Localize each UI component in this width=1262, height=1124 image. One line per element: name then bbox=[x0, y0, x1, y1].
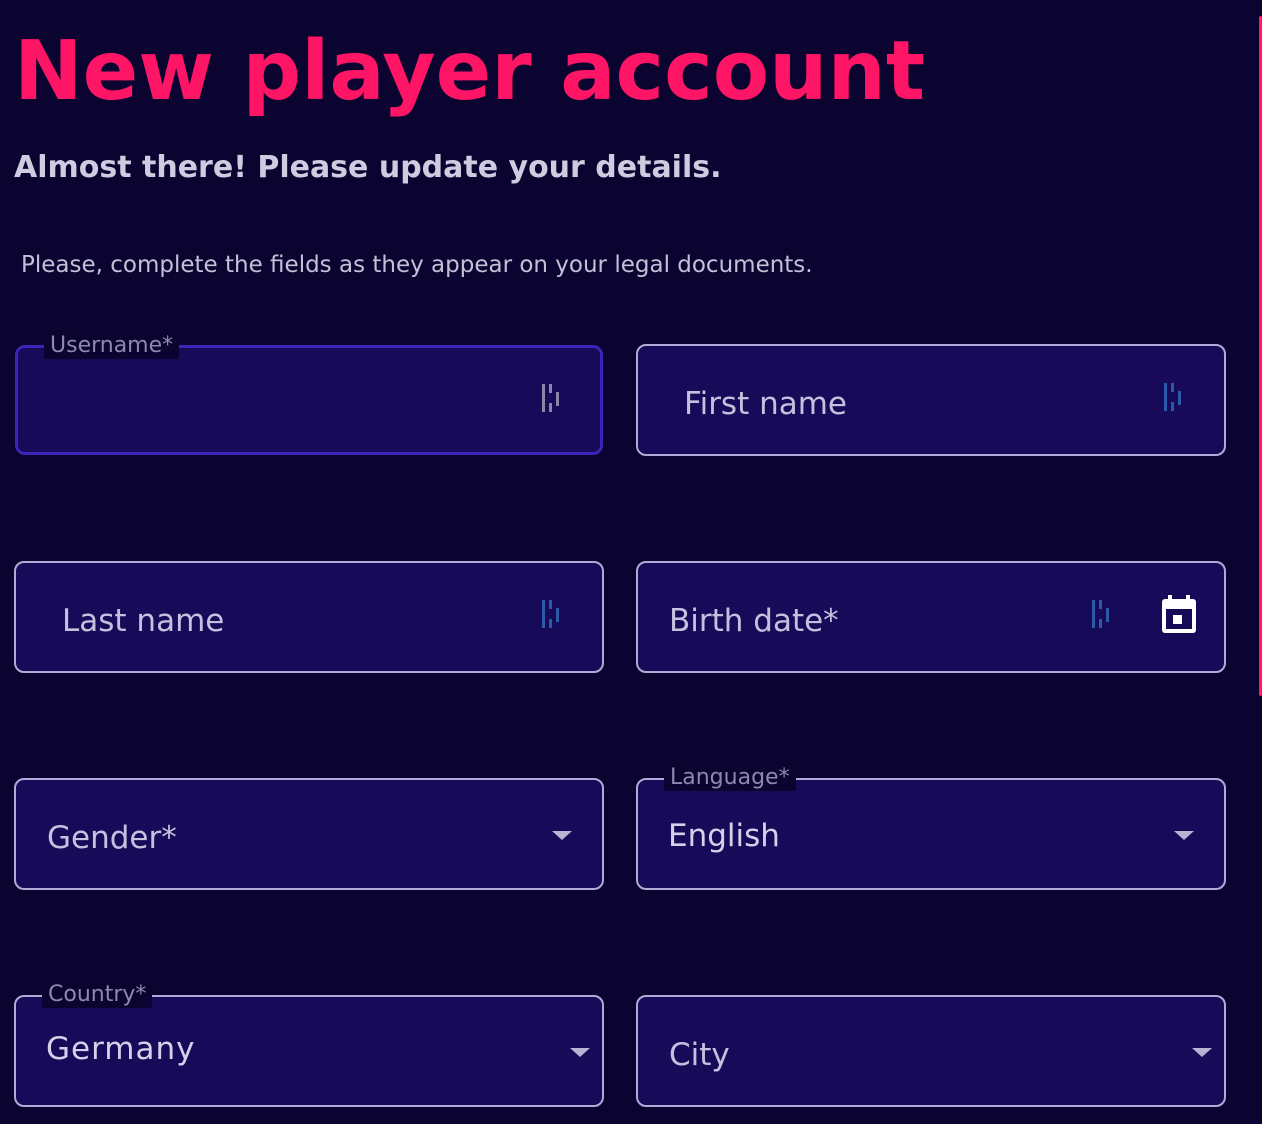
page-title: New player account bbox=[14, 24, 926, 119]
chevron-down-icon[interactable] bbox=[1192, 1048, 1212, 1057]
language-label: Language* bbox=[664, 765, 796, 791]
registration-panel: New player account Almost there! Please … bbox=[0, 0, 1262, 1124]
country-select[interactable]: Country* Germany bbox=[14, 982, 604, 1107]
password-manager-icon[interactable] bbox=[1090, 598, 1114, 630]
username-label: Username* bbox=[44, 333, 180, 359]
country-value: Germany bbox=[46, 1031, 196, 1067]
birth-date-placeholder: Birth date* bbox=[669, 603, 839, 639]
gender-select[interactable]: Gender* bbox=[14, 778, 604, 890]
chevron-down-icon[interactable] bbox=[552, 831, 572, 840]
language-value: English bbox=[668, 818, 780, 854]
city-select[interactable]: City bbox=[636, 995, 1226, 1107]
page-subtitle: Almost there! Please update your details… bbox=[14, 150, 722, 185]
first-name-field[interactable]: First name bbox=[636, 344, 1226, 456]
chevron-down-icon[interactable] bbox=[1174, 831, 1194, 840]
birth-date-field[interactable]: Birth date* bbox=[636, 561, 1226, 673]
password-manager-icon[interactable] bbox=[540, 382, 564, 414]
form-instruction: Please, complete the fields as they appe… bbox=[21, 252, 813, 278]
password-manager-icon[interactable] bbox=[540, 598, 564, 630]
first-name-placeholder: First name bbox=[684, 386, 848, 422]
language-select[interactable]: Language* English bbox=[636, 765, 1226, 890]
password-manager-icon[interactable] bbox=[1162, 381, 1186, 413]
username-field[interactable]: Username* bbox=[15, 333, 603, 455]
gender-placeholder: Gender* bbox=[47, 820, 177, 856]
last-name-placeholder: Last name bbox=[62, 603, 225, 639]
chevron-down-icon[interactable] bbox=[570, 1048, 590, 1057]
country-label: Country* bbox=[42, 982, 153, 1008]
last-name-field[interactable]: Last name bbox=[14, 561, 604, 673]
city-placeholder: City bbox=[669, 1037, 730, 1073]
calendar-icon[interactable] bbox=[1160, 595, 1198, 635]
